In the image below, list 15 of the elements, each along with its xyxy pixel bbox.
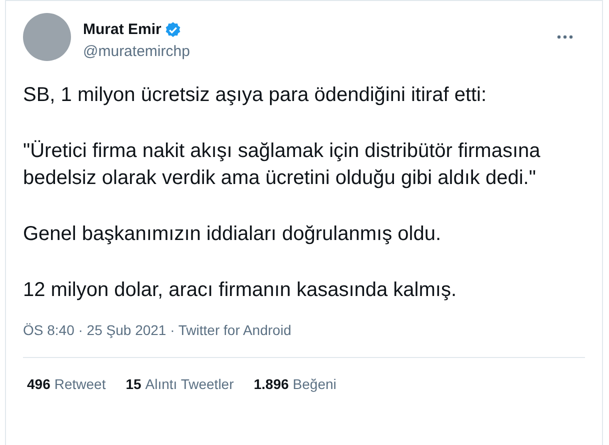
author-handle[interactable]: @muratemirchp: [83, 42, 190, 62]
stat-count[interactable]: 496: [27, 374, 50, 394]
tweet-text: Genel başkanımızın iddiaları doğrulanmış oldu.: [23, 222, 442, 246]
tweet-text: "Üretici firma nakit akışı sağlamak için distribütör firmasına bedelsiz olarak verdik ama ücretini olduğu gibi aldık dedi.": [23, 138, 542, 190]
more-options-icon[interactable]: [557, 35, 573, 39]
stat-count[interactable]: 1.896: [254, 374, 289, 394]
stat-label[interactable]: Beğeni: [292, 374, 336, 394]
stat-label[interactable]: Retweet: [54, 374, 106, 394]
stat-count[interactable]: 15: [126, 374, 142, 394]
tweet-text: 12 milyon dolar, aracı firmanın kasasında kalmış.: [23, 278, 458, 302]
author-name[interactable]: Murat Emir: [83, 19, 162, 42]
tweet-timestamp[interactable]: ÖS 8:40 · 25 Şub 2021 · Twitter for Android: [23, 320, 585, 340]
stat-label[interactable]: Alıntı Tweetler: [145, 374, 234, 394]
avatar[interactable]: [23, 13, 71, 61]
tweet-text: SB, 1 milyon ücretsiz aşıya para ödendiğini itiraf etti:: [23, 82, 488, 108]
